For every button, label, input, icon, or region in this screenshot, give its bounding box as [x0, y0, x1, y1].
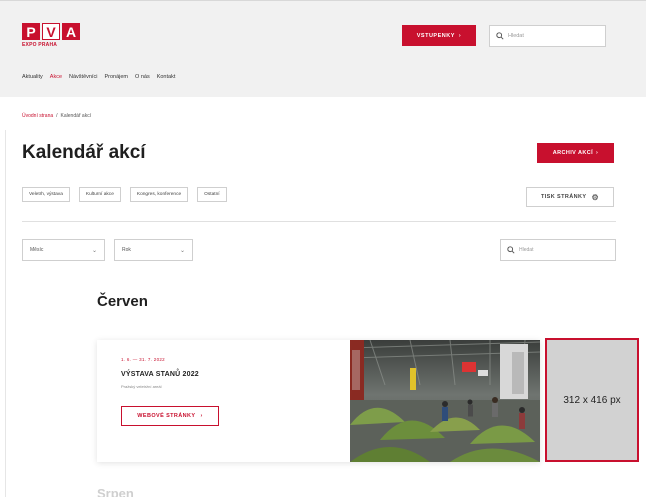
print-page-button[interactable]: TISK STRÁNKY ⚙ [526, 187, 614, 207]
event-search-placeholder: Hledat [519, 247, 534, 253]
nav-item-akce[interactable]: Akce [50, 74, 62, 80]
arrow-right-icon: › [458, 32, 462, 39]
tickets-button[interactable]: VSTUPENKY › [402, 25, 476, 46]
nav-item-aktuality[interactable]: Aktuality [22, 74, 43, 80]
nav-item-pronajem[interactable]: Pronájem [104, 74, 128, 80]
arrow-right-icon: › [200, 413, 203, 419]
event-date: 1. 6. — 31. 7. 2022 [121, 357, 165, 362]
event-website-button[interactable]: WEBOVÉ STRÁNKY › [121, 406, 219, 426]
chevron-down-icon: ⌄ [91, 247, 97, 254]
category-filters: Veletrh, výstava Kulturní akce Kongres, … [22, 187, 227, 202]
tents-hall-image [350, 340, 540, 462]
filter-chip-veletrh[interactable]: Veletrh, výstava [22, 187, 70, 202]
page-left-border [5, 130, 6, 497]
logo-letter-v: V [42, 23, 60, 40]
archive-button[interactable]: ARCHIV AKCÍ › [537, 143, 614, 163]
chevron-down-icon: ⌄ [179, 247, 185, 254]
gear-icon: ⚙ [591, 192, 600, 202]
event-venue: Pražský veletržní areál [121, 384, 162, 389]
event-title[interactable]: VÝSTAVA STANŮ 2022 [121, 371, 199, 378]
filter-chip-ostatni[interactable]: Ostatní [197, 187, 227, 202]
event-card[interactable]: 1. 6. — 31. 7. 2022 VÝSTAVA STANŮ 2022 P… [97, 340, 540, 462]
event-photo [350, 340, 540, 462]
month-heading: Červen [97, 293, 148, 310]
next-month-heading: Srpen [97, 486, 134, 497]
breadcrumb-home-link[interactable]: Úvodní strana [22, 113, 53, 119]
breadcrumb-current: Kalendář akcí [60, 113, 92, 119]
logo-letter-a: A [62, 23, 80, 40]
search-icon [507, 246, 515, 254]
ad-placeholder: 312 x 416 px [545, 338, 639, 462]
print-page-label: TISK STRÁNKY [540, 194, 587, 200]
logo-subtitle: EXPO PRAHA [22, 42, 58, 48]
month-select[interactable]: Měsíc ⌄ [22, 239, 105, 261]
arrow-right-icon: › [596, 150, 599, 156]
breadcrumb-separator: / [56, 113, 58, 119]
event-website-label: WEBOVÉ STRÁNKY [137, 413, 196, 419]
filters-divider [22, 221, 616, 222]
header-search-input[interactable]: Hledat [489, 25, 606, 47]
tickets-button-label: VSTUPENKY [416, 32, 455, 39]
month-select-value: Měsíc [30, 247, 44, 253]
nav-item-o-nas[interactable]: O nás [135, 74, 150, 80]
main-nav: Aktuality Akce Návštěvníci Pronájem O ná… [22, 74, 175, 80]
year-select[interactable]: Rok ⌄ [114, 239, 193, 261]
filter-chip-kulturni[interactable]: Kulturní akce [78, 187, 121, 202]
archive-button-label: ARCHIV AKCÍ [552, 150, 594, 156]
nav-item-kontakt[interactable]: Kontakt [157, 74, 176, 80]
logo-letter-p: P [22, 23, 40, 40]
year-select-value: Rok [122, 247, 131, 253]
site-header: P V A EXPO PRAHA VSTUPENKY › Hledat Aktu… [0, 0, 646, 97]
header-search-placeholder: Hledat [508, 33, 524, 39]
search-icon [496, 32, 504, 40]
nav-item-navstevnici[interactable]: Návštěvníci [69, 74, 97, 80]
event-search-input[interactable]: Hledat [500, 239, 616, 261]
breadcrumb: Úvodní strana / Kalendář akcí [22, 113, 91, 119]
filter-chip-kongres[interactable]: Kongres, konference [129, 187, 189, 202]
page-title: Kalendář akcí [22, 142, 146, 163]
pva-logo[interactable]: P V A EXPO PRAHA [22, 23, 84, 53]
